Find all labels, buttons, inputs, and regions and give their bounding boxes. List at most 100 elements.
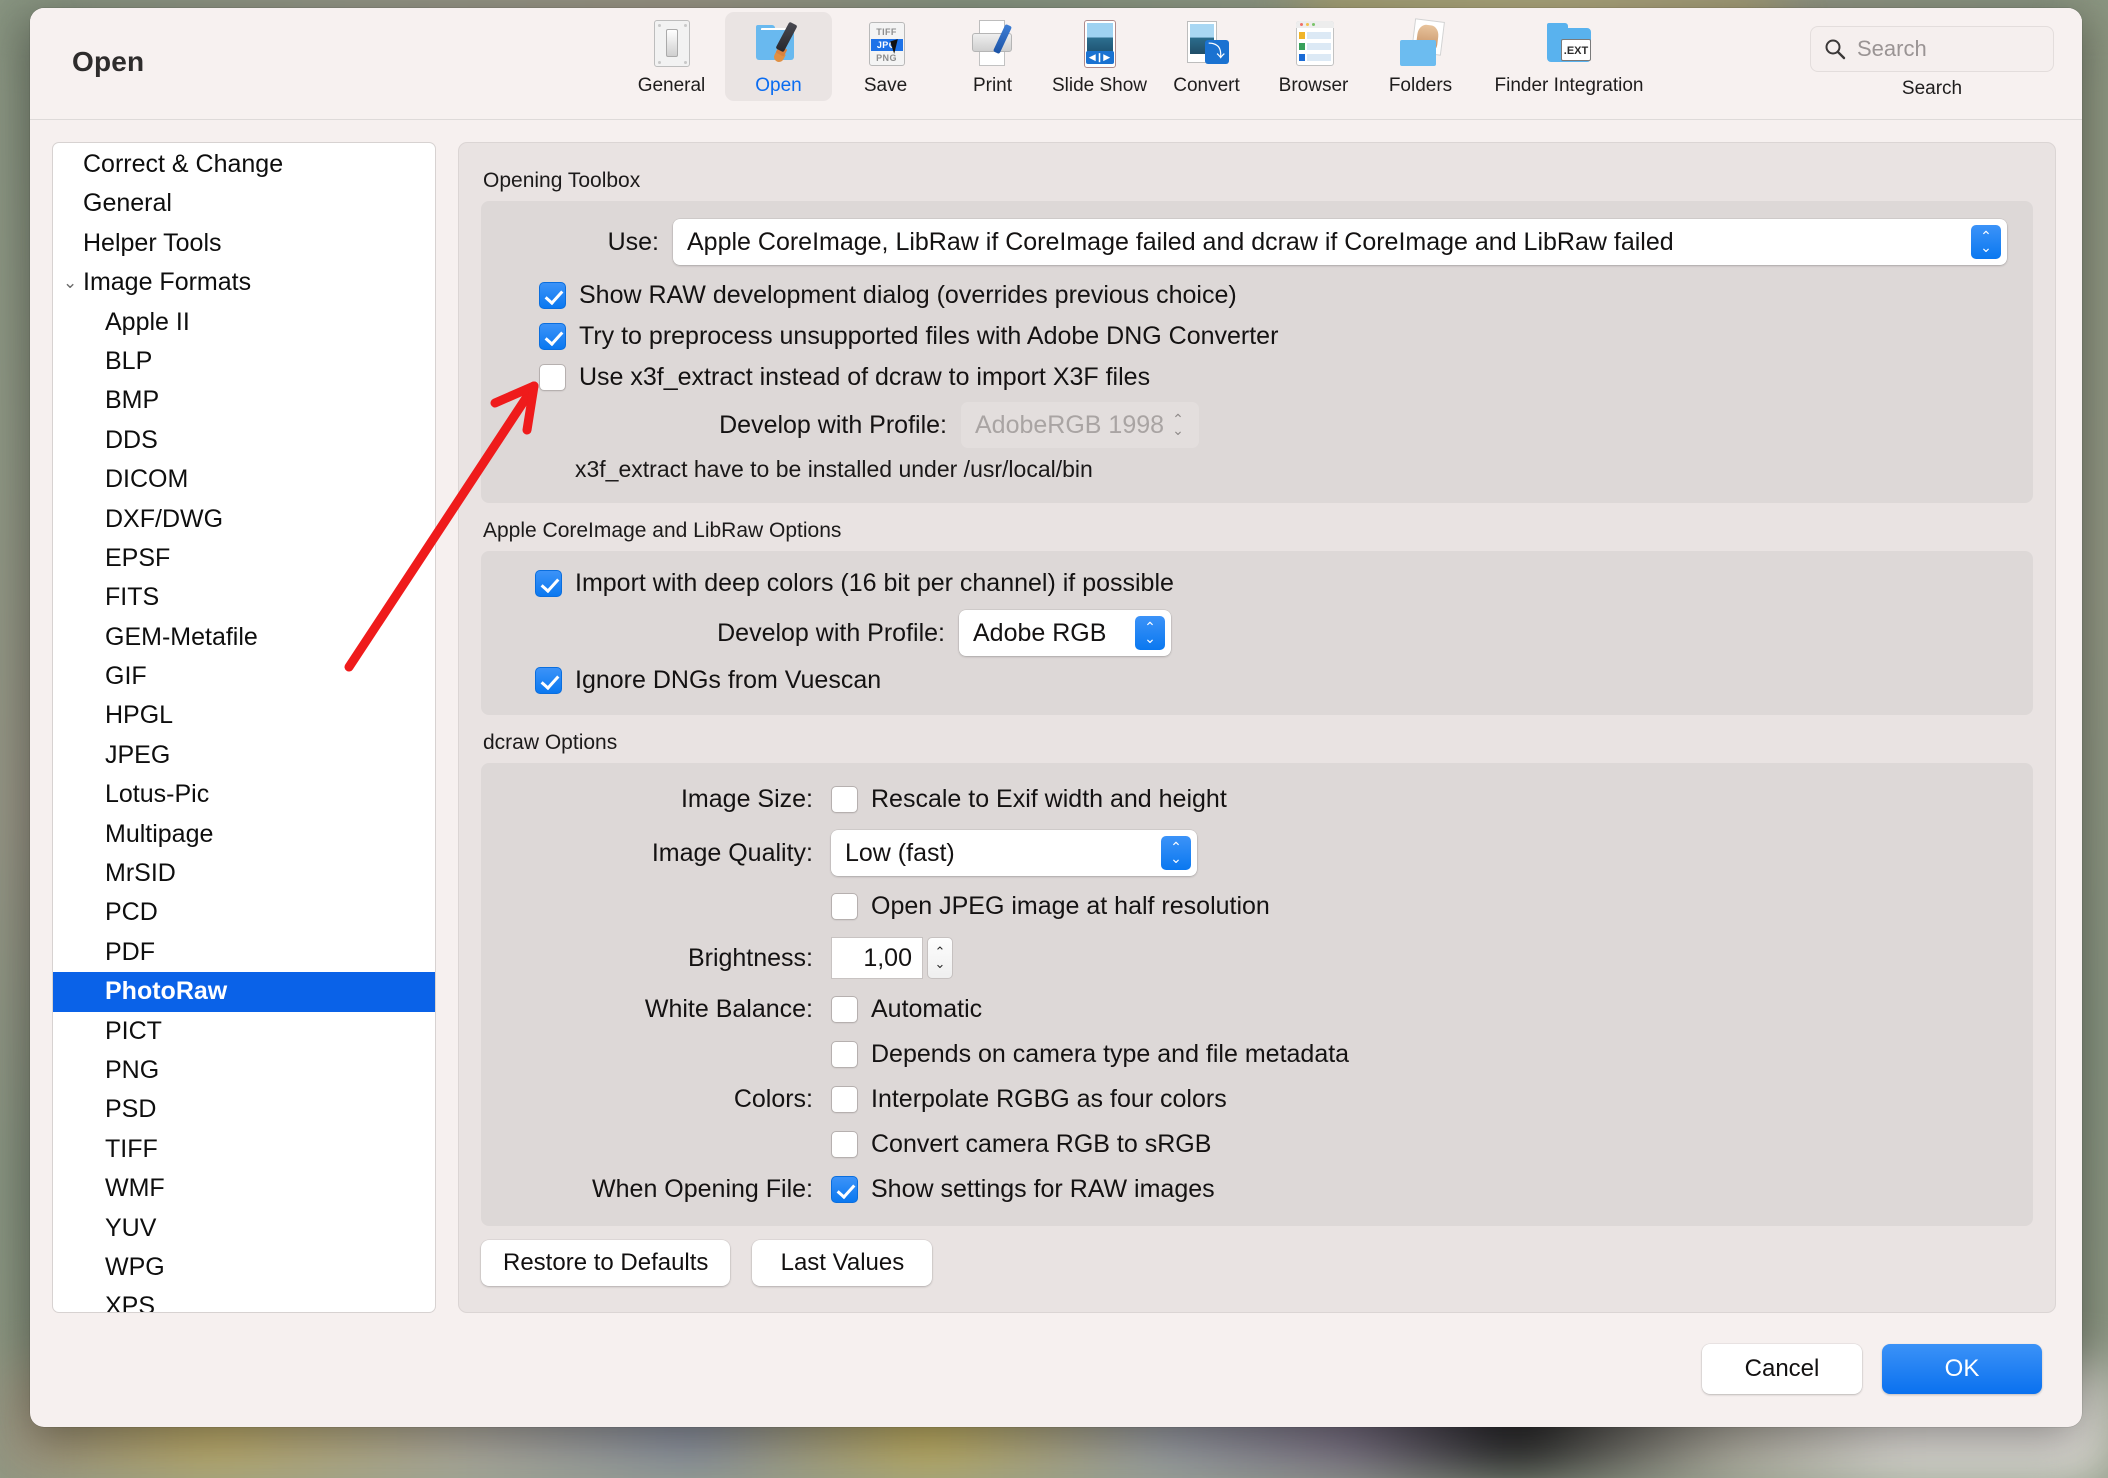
toolbar-item-save[interactable]: TIFF JPG PNG Save bbox=[832, 12, 939, 101]
brightness-value[interactable]: 1,00 bbox=[831, 937, 923, 979]
sidebar-item-label: GEM-Metafile bbox=[105, 622, 258, 651]
toolbar-item-convert[interactable]: ⤵ Convert bbox=[1153, 12, 1260, 101]
toolbar-items: General Open TIFF JPG PNG Save Print ◀❙▶… bbox=[618, 12, 1664, 101]
folders-icon bbox=[1395, 18, 1447, 70]
sidebar-item-xps[interactable]: XPS bbox=[53, 1287, 435, 1312]
use-x3f-extract-checkbox[interactable] bbox=[539, 364, 566, 391]
sidebar-item-label: JPEG bbox=[105, 740, 171, 769]
colors-label: Colors: bbox=[733, 1085, 813, 1113]
sidebar-item-blp[interactable]: BLP bbox=[53, 342, 435, 381]
brightness-stepper[interactable]: 1,00 ⌃ ⌄ bbox=[831, 937, 953, 979]
sidebar-item-epsf[interactable]: EPSF bbox=[53, 539, 435, 578]
image-quality-value: Low (fast) bbox=[845, 838, 955, 867]
toolbar-item-label: Save bbox=[863, 75, 908, 96]
section-title-opening-toolbox: Opening Toolbox bbox=[483, 169, 641, 192]
sidebar-item-psd[interactable]: PSD bbox=[53, 1090, 435, 1129]
sidebar-item-dxf-dwg[interactable]: DXF/DWG bbox=[53, 500, 435, 539]
toolbar-item-general[interactable]: General bbox=[618, 12, 725, 101]
restore-defaults-button[interactable]: Restore to Defaults bbox=[481, 1240, 731, 1286]
sidebar-item-jpeg[interactable]: JPEG bbox=[53, 736, 435, 775]
sidebar-item-wpg[interactable]: WPG bbox=[53, 1248, 435, 1287]
toolbar-item-open[interactable]: Open bbox=[725, 12, 832, 101]
sidebar-item-general[interactable]: General bbox=[53, 184, 435, 223]
x3f-profile-select[interactable]: AdobeRGB 1998 ⌃ ⌄ bbox=[961, 402, 1199, 448]
search-input[interactable]: Search bbox=[1810, 26, 2054, 72]
print-printer-icon bbox=[967, 18, 1019, 70]
sidebar-item-label: DDS bbox=[105, 425, 158, 454]
browser-icon bbox=[1288, 18, 1340, 70]
image-quality-select[interactable]: Low (fast) ⌃ ⌄ bbox=[831, 830, 1197, 876]
sidebar-item-pict[interactable]: PICT bbox=[53, 1012, 435, 1051]
coreimage-profile-select[interactable]: Adobe RGB ⌃ ⌄ bbox=[959, 610, 1171, 656]
when-opening-label: When Opening File: bbox=[592, 1175, 813, 1203]
convert-icon: ⤵ bbox=[1181, 18, 1233, 70]
sidebar-item-hpgl[interactable]: HPGL bbox=[53, 696, 435, 735]
sidebar-item-helper-tools[interactable]: Helper Tools bbox=[53, 224, 435, 263]
sidebar-item-gem-metafile[interactable]: GEM-Metafile bbox=[53, 618, 435, 657]
sidebar-item-apple-ii[interactable]: Apple II bbox=[53, 303, 435, 342]
settings-sidebar[interactable]: Correct & Change General Helper Tools ⌄ … bbox=[52, 142, 436, 1313]
sidebar-item-pdf[interactable]: PDF bbox=[53, 933, 435, 972]
sidebar-item-label: BMP bbox=[105, 386, 160, 415]
ignore-dngs-checkbox[interactable] bbox=[535, 667, 562, 694]
sidebar-item-label: Multipage bbox=[105, 819, 214, 848]
sidebar-item-label: Lotus-Pic bbox=[105, 780, 210, 809]
cancel-button[interactable]: Cancel bbox=[1702, 1344, 1862, 1394]
sidebar-item-fits[interactable]: FITS bbox=[53, 578, 435, 617]
x3f-profile-value: AdobeRGB 1998 bbox=[975, 410, 1165, 439]
sidebar-item-image-formats[interactable]: ⌄ Image Formats bbox=[53, 263, 435, 302]
convert-srgb-checkbox[interactable] bbox=[831, 1131, 858, 1158]
ok-button[interactable]: OK bbox=[1882, 1344, 2042, 1394]
sidebar-item-correct-change[interactable]: Correct & Change bbox=[53, 145, 435, 184]
use-label: Use: bbox=[607, 227, 659, 256]
sidebar-item-label: EPSF bbox=[105, 543, 171, 572]
sidebar-item-multipage[interactable]: Multipage bbox=[53, 815, 435, 854]
depends-camera-checkbox[interactable] bbox=[831, 1041, 858, 1068]
chevron-updown-icon: ⌃ ⌄ bbox=[1135, 616, 1165, 650]
sidebar-item-label: Helper Tools bbox=[83, 228, 222, 257]
show-raw-dialog-checkbox[interactable] bbox=[539, 282, 566, 309]
stepper-arrows-icon[interactable]: ⌃ ⌄ bbox=[927, 937, 953, 979]
sidebar-item-dicom[interactable]: DICOM bbox=[53, 460, 435, 499]
toolbar-item-slide-show[interactable]: ◀❙▶ Slide Show bbox=[1046, 12, 1153, 101]
image-size-label: Image Size: bbox=[680, 785, 813, 813]
toolbar-item-label: General bbox=[637, 75, 706, 96]
sidebar-item-png[interactable]: PNG bbox=[53, 1051, 435, 1090]
sidebar-item-bmp[interactable]: BMP bbox=[53, 381, 435, 420]
sidebar-item-gif[interactable]: GIF bbox=[53, 657, 435, 696]
opening-toolbox-use-select[interactable]: Apple CoreImage, LibRaw if CoreImage fai… bbox=[673, 219, 2007, 265]
toolbar-item-print[interactable]: Print bbox=[939, 12, 1046, 101]
sidebar-item-lotus-pic[interactable]: Lotus-Pic bbox=[53, 775, 435, 814]
sidebar-item-mrsid[interactable]: MrSID bbox=[53, 854, 435, 893]
toolbar-item-folders[interactable]: Folders bbox=[1367, 12, 1474, 101]
save-icon-row: PNG bbox=[876, 53, 897, 63]
chevron-updown-icon: ⌃ ⌄ bbox=[1172, 411, 1184, 438]
preprocess-dng-checkbox[interactable] bbox=[539, 323, 566, 350]
interpolate-rgbg-checkbox[interactable] bbox=[831, 1086, 858, 1113]
sidebar-item-label: PSD bbox=[105, 1095, 157, 1124]
x3f-extract-hint: x3f_extract have to be installed under /… bbox=[575, 456, 1093, 482]
half-resolution-checkbox[interactable] bbox=[831, 893, 858, 920]
search-icon bbox=[1825, 39, 1846, 60]
sidebar-item-dds[interactable]: DDS bbox=[53, 421, 435, 460]
toolbar-item-finder-integration[interactable]: .EXT Finder Integration bbox=[1474, 12, 1664, 101]
show-raw-settings-checkbox[interactable] bbox=[831, 1176, 858, 1203]
dialog-body: Correct & Change General Helper Tools ⌄ … bbox=[30, 120, 2082, 1321]
toolbar-item-browser[interactable]: Browser bbox=[1260, 12, 1367, 101]
deep-colors-checkbox[interactable] bbox=[535, 570, 562, 597]
automatic-checkbox[interactable] bbox=[831, 996, 858, 1023]
interpolate-rgbg-label: Interpolate RGBG as four colors bbox=[871, 1085, 1227, 1113]
sidebar-item-yuv[interactable]: YUV bbox=[53, 1209, 435, 1248]
sidebar-item-wmf[interactable]: WMF bbox=[53, 1169, 435, 1208]
preprocess-dng-label: Try to preprocess unsupported files with… bbox=[579, 322, 1279, 350]
toolbar-search: Search Search bbox=[1810, 26, 2054, 100]
sidebar-item-photoraw[interactable]: PhotoRaw bbox=[53, 972, 435, 1012]
rescale-exif-checkbox[interactable] bbox=[831, 786, 858, 813]
sidebar-item-pcd[interactable]: PCD bbox=[53, 893, 435, 932]
coreimage-profile-value: Adobe RGB bbox=[973, 618, 1107, 647]
last-values-button[interactable]: Last Values bbox=[752, 1240, 933, 1286]
chevron-updown-icon: ⌃ ⌄ bbox=[1161, 836, 1191, 870]
sidebar-item-tiff[interactable]: TIFF bbox=[53, 1130, 435, 1169]
open-folder-brush-icon bbox=[753, 18, 805, 70]
dialog-footer: Cancel OK bbox=[30, 1321, 2082, 1427]
